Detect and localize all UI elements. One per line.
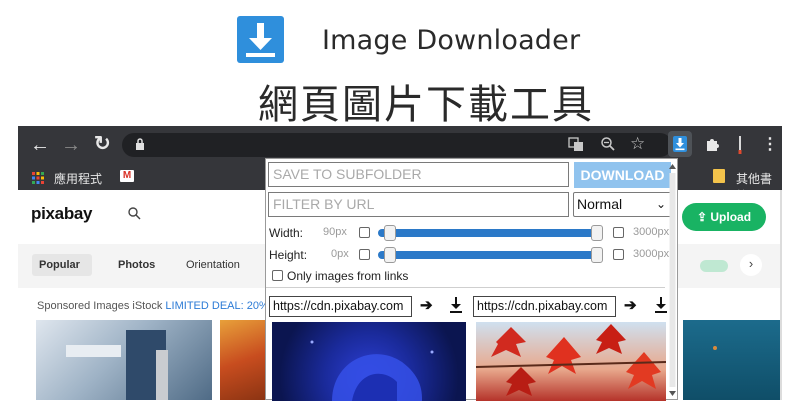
image-url-field[interactable]: https://cdn.pixabay.com bbox=[269, 296, 412, 317]
chevron-down-icon: ⌄ bbox=[656, 197, 667, 211]
profile-icon[interactable] bbox=[736, 134, 744, 161]
app-title: Image Downloader bbox=[322, 25, 581, 56]
open-image-icon[interactable]: ➔ bbox=[420, 296, 433, 314]
width-min-value: 90px bbox=[323, 226, 347, 238]
search-icon[interactable] bbox=[128, 207, 141, 223]
next-page-icon[interactable]: › bbox=[740, 254, 762, 276]
maple-leaves-image[interactable] bbox=[476, 322, 666, 401]
toggle-switch[interactable] bbox=[700, 260, 728, 272]
download-image-icon[interactable] bbox=[654, 296, 668, 319]
sponsored-prefix: Sponsored Images iStock bbox=[37, 300, 163, 312]
width-label: Width: bbox=[269, 226, 304, 240]
filter-photos[interactable]: Photos bbox=[118, 259, 155, 271]
divider bbox=[266, 287, 665, 288]
folder-icon bbox=[713, 169, 725, 183]
filter-url-input[interactable]: FILTER BY URL bbox=[268, 192, 569, 217]
width-min-handle[interactable] bbox=[384, 225, 396, 241]
bookmark-star-icon[interactable]: ☆ bbox=[630, 134, 645, 154]
image-downloader-extension-button[interactable] bbox=[668, 131, 692, 157]
filter-mode-select[interactable]: Normal ⌄ bbox=[573, 192, 672, 217]
width-max-value: 3000px bbox=[633, 226, 670, 238]
download-button[interactable]: DOWNLOAD bbox=[574, 162, 671, 188]
popup-scrollbar[interactable] bbox=[668, 161, 677, 399]
water-thumbnail[interactable] bbox=[683, 320, 780, 400]
height-max-value: 3000px bbox=[633, 248, 670, 260]
width-min-checkbox[interactable] bbox=[359, 227, 370, 238]
blue-rose-image[interactable] bbox=[272, 322, 466, 401]
lock-icon bbox=[135, 138, 145, 156]
only-links-label: Only images from links bbox=[287, 269, 409, 283]
app-subtitle: 網頁圖片下載工具 bbox=[258, 82, 594, 128]
zoom-icon[interactable] bbox=[600, 136, 616, 155]
height-min-value: 0px bbox=[331, 248, 349, 260]
subfolder-input[interactable]: SAVE TO SUBFOLDER bbox=[268, 162, 569, 187]
height-max-checkbox[interactable] bbox=[613, 249, 624, 260]
stock-image-thumbnail[interactable] bbox=[36, 320, 212, 400]
filter-popular-label: Popular bbox=[39, 259, 80, 271]
image-downloader-popup: SAVE TO SUBFOLDER DOWNLOAD FILTER BY URL… bbox=[265, 158, 678, 401]
upload-label: Upload bbox=[710, 210, 752, 224]
upload-button[interactable]: ⇪ Upload bbox=[682, 203, 766, 231]
sponsored-deal-link[interactable]: LIMITED DEAL: 20% o bbox=[165, 300, 278, 312]
address-bar[interactable]: ☆ bbox=[122, 133, 672, 157]
filter-mode-value: Normal bbox=[577, 196, 623, 212]
filter-orientation[interactable]: Orientation bbox=[186, 259, 240, 271]
apps-grid-icon[interactable] bbox=[32, 171, 44, 189]
site-logo[interactable]: pixabay bbox=[31, 204, 93, 224]
height-min-handle[interactable] bbox=[384, 247, 396, 263]
app-logo-icon bbox=[237, 16, 284, 63]
bookmark-apps[interactable]: 應用程式 bbox=[54, 170, 102, 187]
height-min-checkbox[interactable] bbox=[359, 249, 370, 260]
download-image-icon[interactable] bbox=[449, 296, 463, 319]
width-slider-track[interactable] bbox=[378, 229, 600, 237]
height-max-handle[interactable] bbox=[591, 247, 603, 263]
menu-kebab-icon[interactable]: ⋮ bbox=[762, 134, 778, 154]
autumn-leaves-thumbnail[interactable] bbox=[220, 320, 268, 400]
page-scrollbar[interactable] bbox=[780, 190, 782, 400]
height-label: Height: bbox=[269, 248, 308, 262]
back-icon[interactable]: ← bbox=[30, 135, 50, 155]
download-icon bbox=[673, 136, 687, 152]
width-max-handle[interactable] bbox=[591, 225, 603, 241]
only-links-checkbox[interactable] bbox=[272, 270, 283, 281]
width-max-checkbox[interactable] bbox=[613, 227, 624, 238]
height-slider-track[interactable] bbox=[378, 251, 600, 259]
sponsored-text: Sponsored Images iStock LIMITED DEAL: 20… bbox=[37, 300, 278, 312]
translate-icon[interactable] bbox=[568, 136, 584, 155]
extensions-puzzle-icon[interactable] bbox=[704, 136, 720, 157]
image-url-field[interactable]: https://cdn.pixabay.com bbox=[473, 296, 616, 317]
open-image-icon[interactable]: ➔ bbox=[624, 296, 637, 314]
forward-icon[interactable]: → bbox=[61, 135, 81, 155]
gmail-icon[interactable]: M bbox=[120, 170, 134, 182]
reload-icon[interactable]: ↻ bbox=[94, 134, 111, 154]
filter-popular[interactable]: Popular bbox=[32, 254, 92, 276]
